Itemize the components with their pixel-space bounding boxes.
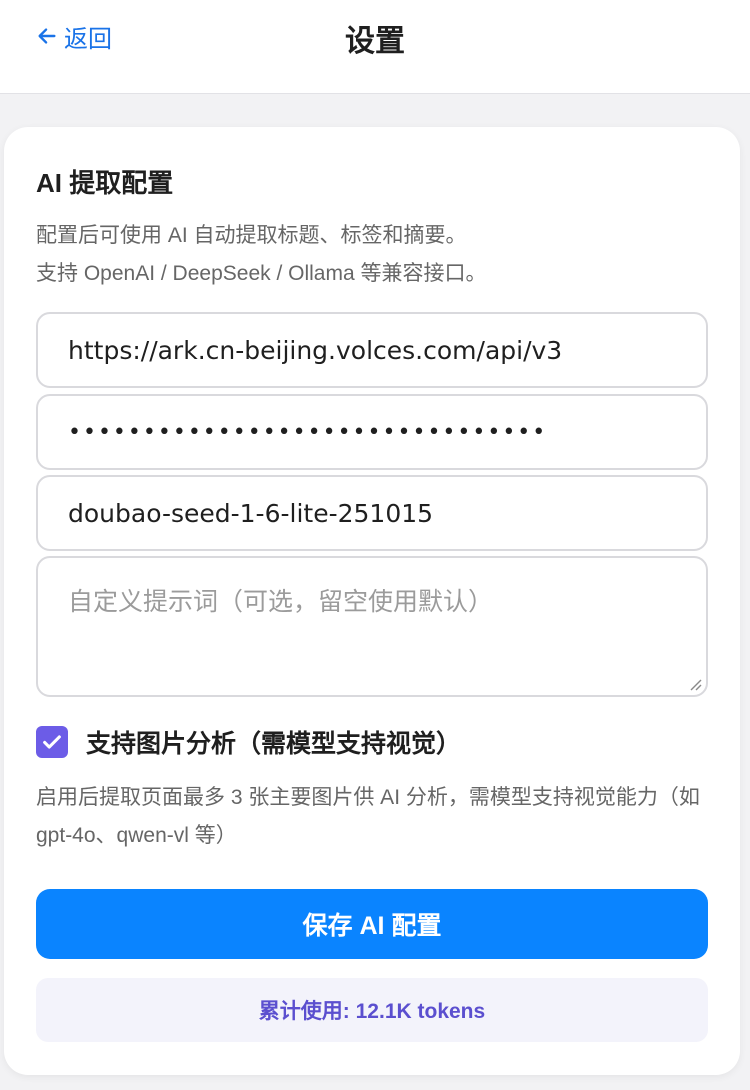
resize-handle-icon[interactable] [688,677,702,691]
api-key-input[interactable]: •••••••••••••••••••••••••••••••• [36,394,708,470]
vision-option[interactable]: 支持图片分析（需模型支持视觉） [36,725,461,759]
description-line-2: 支持 OpenAI / DeepSeek / Ollama 等兼容接口。 [36,262,487,285]
model-input[interactable]: doubao-seed-1-6-lite-251015 [36,475,708,551]
section-title: AI 提取配置 [36,168,174,198]
page-title: 设置 [345,25,405,58]
checkmark-icon [43,735,61,749]
api-url-input[interactable]: https://ark.cn-beijing.volces.com/api/v3 [36,312,708,388]
save-ai-config-button[interactable]: 保存 AI 配置 [36,889,708,959]
custom-prompt-textarea[interactable]: 自定义提示词（可选，留空使用默认） [36,556,708,697]
prompt-placeholder: 自定义提示词（可选，留空使用默认） [68,588,494,616]
header-bar: 返回 设置 [0,0,750,94]
description-line-1: 配置后可使用 AI 自动提取标题、标签和摘要。 [36,224,467,247]
ai-config-card: AI 提取配置 配置后可使用 AI 自动提取标题、标签和摘要。 支持 OpenA… [4,127,740,1075]
vision-checkbox[interactable] [36,726,68,758]
token-usage-badge: 累计使用: 12.1K tokens [36,978,708,1042]
section-description: 配置后可使用 AI 自动提取标题、标签和摘要。 支持 OpenAI / Deep… [36,217,716,293]
vision-checkbox-label[interactable]: 支持图片分析（需模型支持视觉） [86,724,461,760]
vision-hint: 启用后提取页面最多 3 张主要图片供 AI 分析，需模型支持视觉能力（如 gpt… [36,786,700,847]
